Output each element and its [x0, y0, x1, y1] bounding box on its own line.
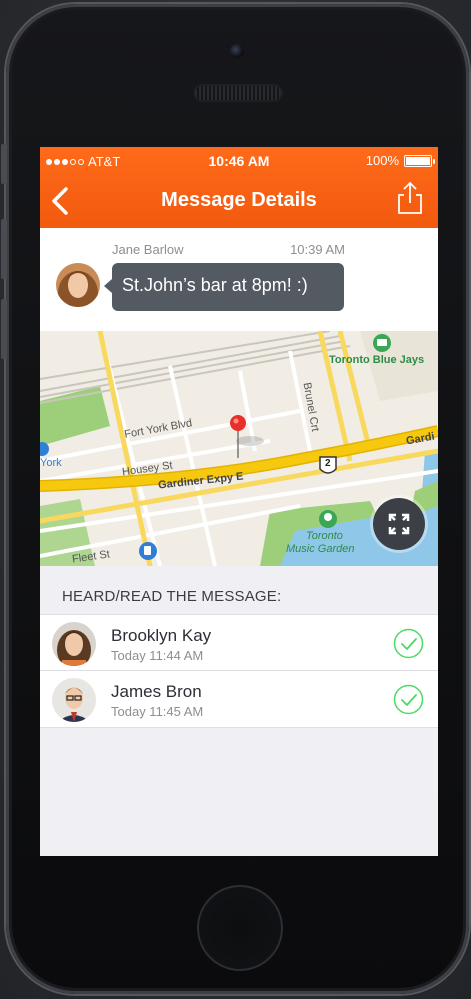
- map-label: Toronto: [306, 530, 343, 542]
- map-label: Music Garden: [286, 543, 355, 555]
- reader-time: Today 11:45 AM: [111, 704, 204, 719]
- battery-percentage: 100%: [365, 153, 399, 168]
- reader-time: Today 11:44 AM: [111, 648, 204, 663]
- battery-status: 100%: [365, 153, 435, 168]
- readers-section-header: HEARD/READ THE MESSAGE:: [40, 566, 438, 614]
- list-item[interactable]: Brooklyn Kay Today 11:44 AM: [40, 614, 438, 671]
- screen: AT&T 10:46 AM 100% Message Details Jane …: [40, 147, 438, 856]
- sender-avatar: [56, 263, 100, 307]
- expand-icon: [388, 513, 410, 535]
- volume-down-button: [1, 299, 7, 359]
- share-icon: [398, 181, 422, 214]
- home-button[interactable]: [197, 885, 283, 971]
- expand-map-button[interactable]: [373, 498, 425, 550]
- route-shield-label: 2: [325, 458, 331, 469]
- check-circle-icon: [393, 628, 424, 659]
- volume-up-button: [1, 219, 7, 279]
- map-view[interactable]: Fort York Blvd Housey St Gardiner Expy E…: [40, 331, 438, 566]
- earpiece-speaker: [195, 86, 281, 100]
- message-card: Jane Barlow 10:39 AM St.John’s bar at 8p…: [40, 228, 438, 331]
- nav-header: AT&T 10:46 AM 100% Message Details: [40, 147, 438, 228]
- avatar: [52, 622, 96, 666]
- sender-name: Jane Barlow: [112, 242, 184, 257]
- front-camera: [230, 44, 244, 58]
- list-item[interactable]: James Bron Today 11:45 AM: [40, 671, 438, 728]
- readers-list: Brooklyn Kay Today 11:44 AM James Bron T…: [40, 614, 438, 728]
- share-button[interactable]: [396, 181, 424, 215]
- reader-name: James Bron: [111, 682, 202, 701]
- check-circle-icon: [393, 684, 424, 715]
- message-time: 10:39 AM: [290, 242, 345, 257]
- map-label: York: [40, 457, 62, 469]
- avatar: [52, 678, 96, 722]
- message-bubble: St.John’s bar at 8pm! :): [104, 263, 344, 311]
- page-title: Message Details: [161, 189, 317, 211]
- status-bar: AT&T 10:46 AM 100%: [40, 147, 438, 175]
- mute-switch: [1, 144, 7, 184]
- section-title: HEARD/READ THE MESSAGE:: [62, 588, 282, 605]
- reader-name: Brooklyn Kay: [111, 626, 212, 645]
- map-label: Toronto Blue Jays: [329, 354, 425, 366]
- battery-icon: [404, 154, 435, 167]
